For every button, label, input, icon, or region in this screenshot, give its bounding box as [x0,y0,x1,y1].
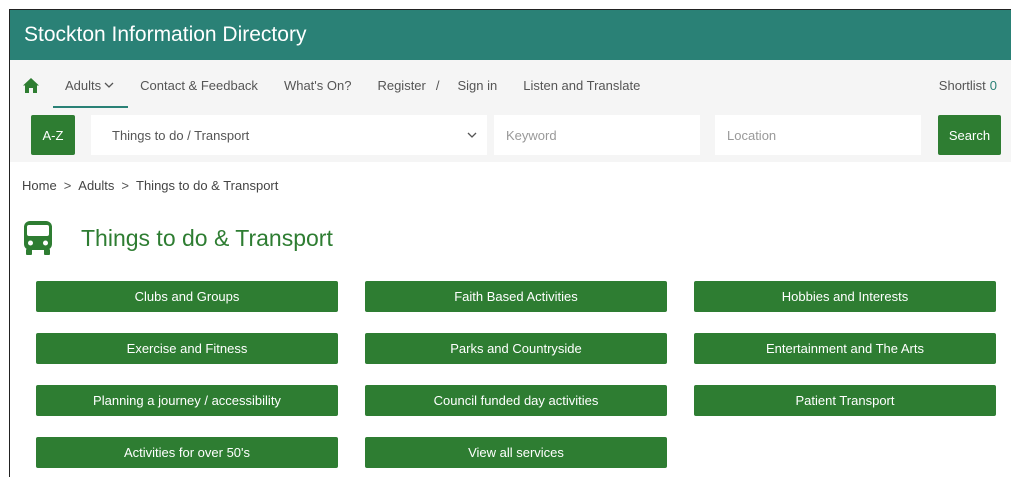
category-hobbies-button[interactable]: Hobbies and Interests [694,281,996,312]
category-parks-button[interactable]: Parks and Countryside [365,333,667,364]
breadcrumb-adults[interactable]: Adults [78,178,114,193]
keyword-input[interactable] [504,126,700,144]
a-z-button[interactable]: A-Z [31,115,75,155]
nav-item-label: Adults [65,77,102,93]
page-frame: Stockton Information Directory Adults Co… [9,9,1011,477]
shortlist-count: 0 [989,77,997,93]
breadcrumb-separator: > [63,178,72,193]
shortlist-label: Shortlist [938,77,986,93]
site-header: Stockton Information Directory [10,10,1011,60]
keyword-field [494,115,700,155]
chevron-down-icon [467,132,477,138]
search-bar: A-Z Things to do / Transport Search [10,110,1011,162]
home-icon[interactable] [23,75,43,95]
category-exercise-button[interactable]: Exercise and Fitness [36,333,338,364]
main-nav: Adults Contact & Feedback What's On? Reg… [10,60,1011,110]
location-field [715,115,921,155]
category-clubs-groups-button[interactable]: Clubs and Groups [36,281,338,312]
nav-item-contact[interactable]: Contact & Feedback [140,78,258,93]
category-select[interactable]: Things to do / Transport [91,115,487,155]
nav-item-whats-on[interactable]: What's On? [284,78,352,93]
search-button[interactable]: Search [938,115,1001,155]
category-council-funded-button[interactable]: Council funded day activities [365,385,667,416]
nav-item-listen-translate[interactable]: Listen and Translate [523,78,640,93]
category-entertainment-button[interactable]: Entertainment and The Arts [694,333,996,364]
page-heading: Things to do & Transport [22,220,333,256]
breadcrumb-home[interactable]: Home [22,178,57,193]
shortlist-link[interactable]: Shortlist 0 [939,60,997,110]
chevron-down-icon [104,82,114,88]
nav-separator: / [435,77,440,93]
category-journey-button[interactable]: Planning a journey / accessibility [36,385,338,416]
location-input[interactable] [725,126,921,144]
category-patient-transport-button[interactable]: Patient Transport [694,385,996,416]
breadcrumb: Home > Adults > Things to do & Transport [22,178,278,193]
nav-item-sign-in[interactable]: Sign in [458,78,498,93]
bus-icon [24,221,52,255]
category-faith-based-button[interactable]: Faith Based Activities [365,281,667,312]
view-all-services-button[interactable]: View all services [365,437,667,468]
nav-item-adults[interactable]: Adults [52,77,129,108]
category-select-value: Things to do / Transport [112,127,250,143]
category-over-50s-button[interactable]: Activities for over 50's [36,437,338,468]
page-title: Things to do & Transport [81,224,333,251]
breadcrumb-current: Things to do & Transport [136,178,279,193]
breadcrumb-separator: > [121,178,130,193]
site-title[interactable]: Stockton Information Directory [24,23,306,47]
nav-item-register[interactable]: Register [377,78,425,93]
